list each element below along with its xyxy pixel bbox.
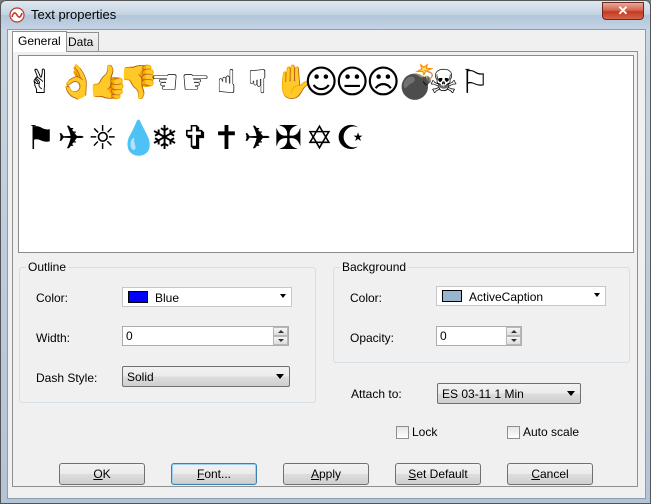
app-logo-icon [9, 7, 25, 23]
close-icon: ✕ [617, 3, 629, 18]
chevron-down-icon [594, 293, 600, 297]
tab-data-label: Data [68, 35, 94, 49]
row1-symbol[interactable]: ⚐ [459, 62, 490, 102]
general-tab-panel: ✌ 👌 👍 👎 ☜ ☞ ☝ ☟ ✋ ☺ 😐 ☹ 💣 ☠ ⚐ ⚑ ✈ ☼ 💧 ❄ ✞ ✝ ✈ ✠ ✡ ☪ Outline Colo… [12, 51, 638, 487]
chevron-down-icon [567, 391, 575, 396]
outline-color-label: Color: [36, 291, 69, 305]
auto-scale-checkbox[interactable] [507, 426, 520, 439]
spin-down-button[interactable] [506, 336, 521, 345]
dialog-client-area: General Data ✌ 👌 👍 👎 ☜ ☞ ☝ ☟ ✋ ☺ 😐 ☹ 💣 ☠ ⚐ ⚑ ✈ ☼ 💧 ❄ ✞ ✝ ✈ ✠ ✡ ☪… [7, 29, 646, 499]
outline-color-swatch [128, 291, 148, 303]
chevron-down-icon [280, 294, 286, 298]
font-label: ont... [204, 467, 232, 481]
dialog-window: Text properties ✕ General Data ✌ 👌 👍 👎 ☜ ☞ ☝ ☟ ✋… [0, 0, 651, 504]
outline-width-label: Width: [36, 331, 71, 345]
apply-label: pply [319, 467, 342, 481]
cancel-accel: C [531, 467, 540, 481]
row1-symbol[interactable]: 👎 [118, 62, 159, 102]
row2-symbol[interactable]: ✞ [180, 118, 211, 158]
cancel-label: ancel [539, 467, 569, 481]
lock-checkbox[interactable] [396, 426, 409, 439]
row2-symbol[interactable]: ✈ [56, 118, 87, 158]
symbol-picker[interactable]: ✌ 👌 👍 👎 ☜ ☞ ☝ ☟ ✋ ☺ 😐 ☹ 💣 ☠ ⚐ ⚑ ✈ ☼ 💧 ❄ ✞ ✝ ✈ ✠ ✡ ☪ [18, 55, 634, 253]
tab-general[interactable]: General [12, 31, 67, 52]
apply-accel: A [310, 467, 319, 481]
chevron-down-icon [276, 374, 284, 379]
row1-symbol[interactable]: ✋ [273, 62, 314, 102]
tab-general-label: General [18, 34, 61, 48]
row1-symbol[interactable]: ☹ [366, 62, 400, 102]
attach-to-select[interactable]: ES 03-11 1 Min [437, 383, 581, 404]
ok-accel: O [93, 467, 103, 481]
row1-symbol[interactable]: ✌ [25, 62, 56, 102]
row2-symbol[interactable]: ✡ [304, 118, 335, 158]
symbol-row-2: ⚑ ✈ ☼ 💧 ❄ ✞ ✝ ✈ ✠ ✡ ☪ [25, 118, 366, 158]
set-default-button[interactable]: Set Default [395, 463, 481, 485]
spin-down-button[interactable] [273, 336, 288, 345]
arrow-down-icon [511, 339, 517, 342]
row2-symbol[interactable]: ✈ [242, 118, 273, 158]
outline-color-select[interactable]: Blue [122, 287, 292, 307]
background-color-label: Color: [350, 291, 383, 305]
outline-width-spinner[interactable]: 0 [122, 326, 289, 346]
background-legend: Background [340, 260, 409, 274]
row2-symbol[interactable]: ☼ [87, 118, 118, 158]
ok-button[interactable]: OK [59, 463, 145, 485]
background-color-value: ActiveCaption [469, 290, 544, 304]
row1-symbol[interactable]: ☟ [242, 62, 273, 102]
arrow-down-icon [278, 339, 284, 342]
tab-data[interactable]: Data [62, 32, 100, 51]
title-bar[interactable]: Text properties ✕ [1, 1, 650, 29]
row1-symbol[interactable]: 👌 [56, 62, 97, 102]
row2-symbol[interactable]: ⚑ [25, 118, 56, 158]
outline-color-value: Blue [155, 291, 180, 305]
dash-style-label: Dash Style: [36, 371, 98, 385]
arrow-up-icon [511, 330, 517, 333]
ok-label: K [102, 467, 111, 481]
opacity-spinner[interactable]: 0 [436, 326, 522, 346]
row2-symbol[interactable]: ✝ [211, 118, 242, 158]
row2-symbol[interactable]: ❄ [149, 118, 180, 158]
outline-legend: Outline [26, 260, 69, 274]
attach-to-value: ES 03-11 1 Min [442, 387, 524, 401]
font-button[interactable]: Font... [171, 463, 257, 485]
row2-symbol[interactable]: ☪ [335, 118, 366, 158]
apply-button[interactable]: Apply [283, 463, 369, 485]
window-title: Text properties [31, 7, 117, 22]
background-color-select[interactable]: ActiveCaption [436, 286, 606, 306]
row1-symbol[interactable]: 💣 [397, 62, 438, 102]
spin-up-button[interactable] [506, 327, 521, 336]
outline-group: Outline Color: Blue Width: 0 Dash Style:… [19, 260, 316, 403]
opacity-label: Opacity: [350, 331, 395, 345]
opacity-value: 0 [440, 329, 447, 343]
dash-style-value: Solid [127, 370, 154, 384]
row2-symbol[interactable]: ✠ [273, 118, 304, 158]
row1-symbol[interactable]: ☝ [211, 62, 242, 102]
row1-symbol[interactable]: 😐 [335, 62, 369, 102]
lock-label: Lock [412, 425, 438, 439]
arrow-up-icon [278, 330, 284, 333]
close-button[interactable]: ✕ [602, 2, 644, 20]
spin-up-button[interactable] [273, 327, 288, 336]
background-group: Background Color: ActiveCaption Opacity:… [333, 260, 630, 363]
row1-symbol[interactable]: ☠ [428, 62, 459, 102]
symbol-row-1: ✌ 👌 👍 👎 ☜ ☞ ☝ ☟ ✋ ☺ 😐 ☹ 💣 ☠ ⚐ [25, 62, 490, 102]
set-default-label: et Default [416, 467, 468, 481]
cancel-button[interactable]: Cancel [507, 463, 593, 485]
attach-to-label: Attach to: [351, 387, 402, 401]
auto-scale-label: Auto scale [523, 425, 580, 439]
dash-style-select[interactable]: Solid [122, 366, 290, 387]
row1-symbol[interactable]: ☜ [149, 62, 180, 102]
row1-symbol[interactable]: ☞ [180, 62, 211, 102]
background-color-swatch [442, 290, 462, 302]
outline-width-value: 0 [126, 329, 133, 343]
row1-symbol[interactable]: ☺ [304, 62, 338, 102]
row1-symbol[interactable]: 👍 [87, 62, 128, 102]
row2-symbol[interactable]: 💧 [118, 118, 159, 158]
